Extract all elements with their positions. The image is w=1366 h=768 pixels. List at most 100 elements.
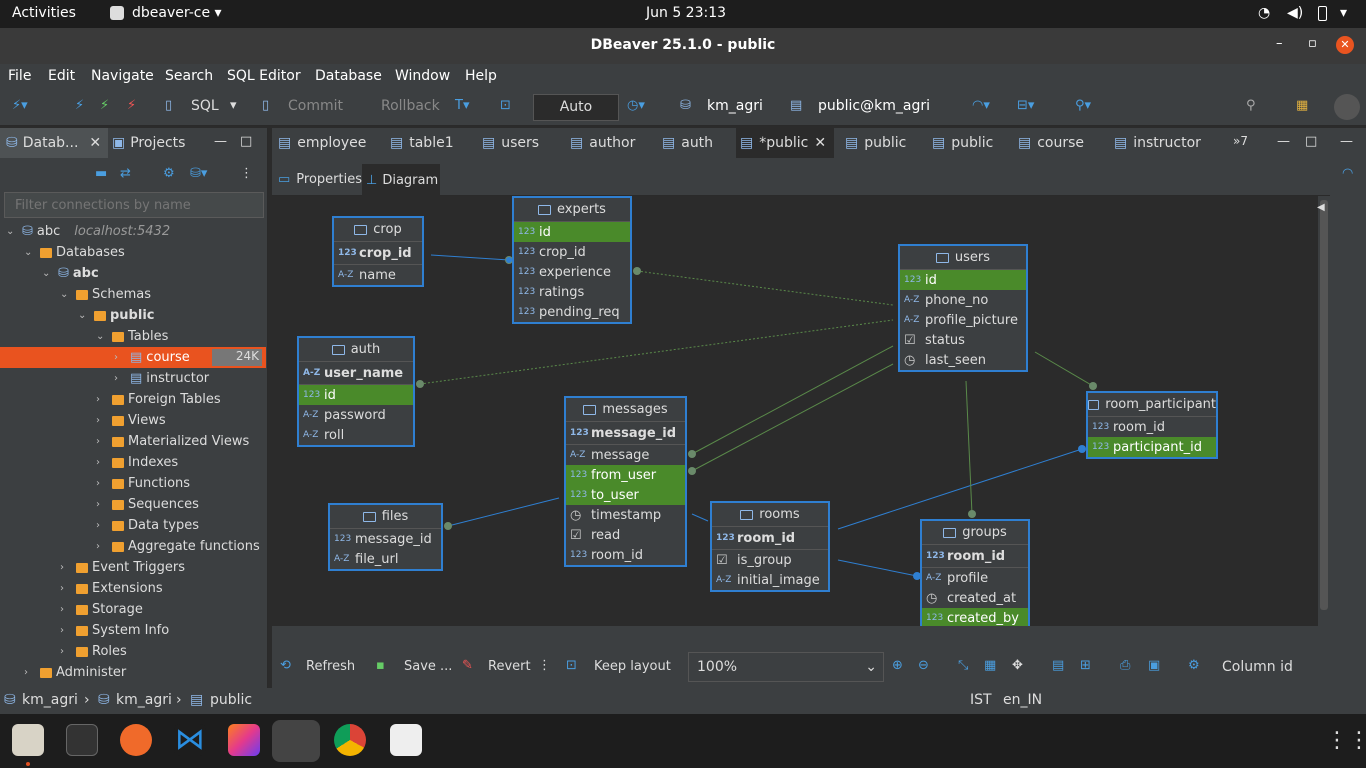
- entity-column[interactable]: 123 to_user: [566, 485, 685, 505]
- menu-window[interactable]: Window: [395, 68, 450, 84]
- menu-search[interactable]: Search: [165, 68, 213, 84]
- show-apps-icon[interactable]: ⋮⋮⋮: [1326, 728, 1366, 753]
- minimize-button[interactable]: –: [1276, 36, 1283, 51]
- entity-users[interactable]: users 123 id A-Z phone_no A-Z profile_picture ☑…: [898, 244, 1028, 372]
- expand-arrow-icon[interactable]: ›: [96, 541, 106, 552]
- entity-column[interactable]: A-Z message: [566, 445, 685, 465]
- tree-item-functions[interactable]: › Functions: [0, 473, 266, 494]
- expand-arrow-icon[interactable]: ⌄: [6, 226, 16, 237]
- search-icon[interactable]: ⚲: [1246, 98, 1256, 113]
- entity-column[interactable]: ◷ timestamp: [566, 505, 685, 525]
- expand-arrow-icon[interactable]: ›: [60, 583, 70, 594]
- battery-icon[interactable]: [1318, 6, 1327, 21]
- export-image-icon[interactable]: ▣: [1148, 658, 1160, 673]
- entity-column[interactable]: 123 room_id: [712, 527, 828, 550]
- volume-icon[interactable]: ◀): [1287, 5, 1303, 21]
- expand-arrow-icon[interactable]: ⌄: [42, 268, 52, 279]
- maximize-panel-icon[interactable]: □: [240, 134, 252, 149]
- filter-icon[interactable]: ⛁▾: [190, 166, 207, 181]
- restore-icon[interactable]: —: [1340, 134, 1353, 149]
- entity-header[interactable]: auth: [299, 338, 413, 362]
- zoom-in-icon[interactable]: ⊕: [892, 658, 903, 673]
- collapse-all-icon[interactable]: ▬: [95, 166, 107, 181]
- entity-column[interactable]: 123 ratings: [514, 282, 630, 302]
- entity-header[interactable]: files: [330, 505, 441, 529]
- entity-crop[interactable]: crop 123 crop_id A-Z name: [332, 216, 424, 287]
- system-menu-icon[interactable]: ▾: [1340, 5, 1347, 21]
- entity-column[interactable]: 123 id: [299, 385, 413, 405]
- tree-item-abc[interactable]: ⌄ ⛁ abc: [0, 263, 266, 284]
- tree-item-views[interactable]: › Views: [0, 410, 266, 431]
- status-path-connection[interactable]: km_agri: [22, 692, 78, 708]
- tree-item-course[interactable]: › ▤ course 24K: [0, 347, 266, 368]
- entity-column[interactable]: A-Z phone_no: [900, 290, 1026, 310]
- entity-auth[interactable]: auth A-Z user_name 123 id A-Z password A-Z roll: [297, 336, 415, 447]
- fit-icon[interactable]: ⤡: [958, 658, 968, 673]
- expand-arrow-icon[interactable]: ›: [96, 457, 106, 468]
- expand-arrow-icon[interactable]: ›: [60, 625, 70, 636]
- minimize-panel-icon[interactable]: —: [214, 134, 227, 149]
- palette-toggle-icon[interactable]: ◀: [1317, 202, 1325, 213]
- menu-help[interactable]: Help: [465, 68, 497, 84]
- relation-line[interactable]: [447, 497, 560, 527]
- tree-item-roles[interactable]: › Roles: [0, 641, 266, 662]
- editor-tab[interactable]: ▤ auth: [662, 128, 713, 158]
- menu-database[interactable]: Database: [315, 68, 382, 84]
- entity-column[interactable]: A-Z profile_picture: [900, 310, 1026, 330]
- entity-groups[interactable]: groups 123 room_id A-Z profile ◷ created_at 123…: [920, 519, 1030, 626]
- expand-arrow-icon[interactable]: ›: [96, 436, 106, 447]
- dbeaver-app-icon[interactable]: [272, 720, 320, 762]
- view-menu-icon[interactable]: ⋮: [240, 166, 253, 181]
- move-icon[interactable]: ✥: [1012, 658, 1023, 673]
- tree-item-foreign-tables[interactable]: › Foreign Tables: [0, 389, 266, 410]
- zoom-select[interactable]: 100% ⌄: [688, 652, 884, 682]
- editor-tab[interactable]: ▤ instructor: [1114, 128, 1201, 158]
- refresh-button[interactable]: Refresh: [306, 659, 355, 674]
- erd-canvas[interactable]: crop 123 crop_id A-Z name experts 123 id 123 crop…: [272, 196, 1318, 626]
- activities-button[interactable]: Activities: [12, 5, 76, 21]
- relation-line[interactable]: [965, 380, 973, 515]
- entity-column[interactable]: 123 from_user: [566, 465, 685, 485]
- entity-header[interactable]: users: [900, 246, 1026, 270]
- keep-layout-button[interactable]: Keep layout: [594, 659, 671, 674]
- dbeaver-perspective-icon[interactable]: [1334, 94, 1360, 120]
- connect-icon[interactable]: ⚡: [75, 98, 84, 113]
- save-button[interactable]: Save ...: [404, 659, 452, 674]
- entity-column[interactable]: 123 crop_id: [514, 242, 630, 262]
- configure-icon[interactable]: ⚙: [163, 166, 175, 181]
- reconnect-icon[interactable]: ⚡: [100, 98, 109, 113]
- text-editor-app-icon[interactable]: [390, 724, 422, 756]
- tree-item-databases[interactable]: ⌄ Databases: [0, 242, 266, 263]
- close-icon[interactable]: ✕: [89, 135, 101, 151]
- tab-database-navigator[interactable]: ⛁ Datab... ✕: [0, 128, 108, 158]
- tree-item-system-info[interactable]: › System Info: [0, 620, 266, 641]
- expand-arrow-icon[interactable]: ›: [60, 562, 70, 573]
- entity-column[interactable]: 123 message_id: [330, 529, 441, 549]
- expand-arrow-icon[interactable]: ›: [96, 520, 106, 531]
- entity-header[interactable]: messages: [566, 398, 685, 422]
- notes-icon[interactable]: ▤: [1052, 658, 1064, 673]
- relation-line[interactable]: [691, 345, 894, 455]
- print-icon[interactable]: ⎙: [1120, 658, 1130, 673]
- expand-arrow-icon[interactable]: ›: [114, 373, 124, 384]
- tree-item-administer[interactable]: › Administer: [0, 662, 266, 683]
- expand-arrow-icon[interactable]: ⌄: [78, 310, 88, 321]
- entity-column[interactable]: 123 experience: [514, 262, 630, 282]
- tree-item-tables[interactable]: ⌄ Tables: [0, 326, 266, 347]
- active-schema[interactable]: public@km_agri: [818, 98, 930, 114]
- dashboard-icon[interactable]: ◠▾: [972, 98, 990, 113]
- canvas-vertical-scrollbar[interactable]: [1320, 200, 1328, 610]
- zoom-out-icon[interactable]: ⊖: [918, 658, 929, 673]
- lock-icon[interactable]: ⊡: [500, 98, 511, 113]
- menu-navigate[interactable]: Navigate: [91, 68, 154, 84]
- expand-arrow-icon[interactable]: ›: [24, 667, 34, 678]
- transaction-mode-button[interactable]: Auto: [533, 94, 619, 121]
- tree-item-public[interactable]: ⌄ public: [0, 305, 266, 326]
- dashboard-side-icon[interactable]: ◠: [1342, 166, 1353, 181]
- relation-line[interactable]: [636, 270, 894, 306]
- tree-item-instructor[interactable]: › ▤ instructor: [0, 368, 266, 389]
- menu-file[interactable]: File: [8, 68, 31, 84]
- entity-column[interactable]: ◷ last_seen: [900, 350, 1026, 370]
- disconnect-icon[interactable]: ⚡: [127, 98, 136, 113]
- maximize-editor-icon[interactable]: □: [1305, 134, 1317, 149]
